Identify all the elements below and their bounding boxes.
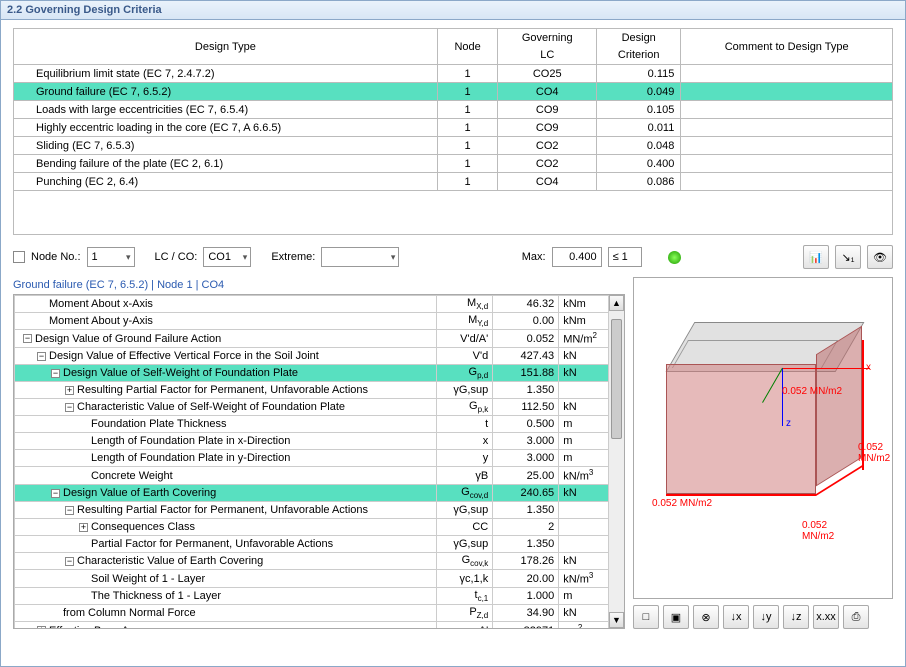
table-row[interactable]: Punching (EC 2, 6.4)1CO40.086 [14, 173, 893, 191]
detail-row[interactable]: −Characteristic Value of Earth CoveringG… [15, 553, 624, 570]
detail-row[interactable]: from Column Normal ForcePZ,d34.90kN [15, 605, 624, 622]
extreme-label: Extreme: [271, 251, 315, 263]
axis-z-label: z [786, 418, 791, 429]
viz-toolbar: □▣⊗↓x↓y↓zx.xx⎙ [633, 599, 893, 629]
print-icon[interactable]: ⎙ [843, 605, 869, 629]
stress-label-front: 0.052 MN/m2 [652, 498, 712, 509]
view-z-icon[interactable]: ↓z [783, 605, 809, 629]
scroll-up-icon[interactable]: ▲ [609, 295, 624, 311]
lc-dropdown[interactable]: CO1 [203, 247, 251, 267]
max-label: Max: [522, 251, 546, 263]
node-no-checkbox[interactable] [13, 251, 25, 263]
stress-label-bottom: 0.052 MN/m2 [802, 520, 862, 542]
detail-row[interactable]: −Resulting Partial Factor for Permanent,… [15, 502, 624, 519]
stress-label-side: 0.052 MN/m2 [858, 442, 890, 464]
expand-icon[interactable]: + [65, 386, 74, 395]
detail-row[interactable]: The Thickness of 1 - Layertc,11.000m [15, 588, 624, 605]
table-row[interactable]: Highly eccentric loading in the core (EC… [14, 119, 893, 137]
node-no-label: Node No.: [31, 251, 81, 263]
collapse-icon[interactable]: − [65, 403, 74, 412]
axis-x-label: x [866, 362, 871, 373]
goto-button[interactable]: ↘₁ [835, 245, 861, 269]
node-no-dropdown[interactable]: 1 [87, 247, 135, 267]
detail-row[interactable]: Foundation Plate Thicknesst0.500m [15, 416, 624, 433]
detail-row[interactable]: −Design Value of Ground Failure ActionV'… [15, 330, 624, 348]
table-row[interactable]: Bending failure of the plate (EC 2, 6.1)… [14, 155, 893, 173]
lc-label: LC / CO: [155, 251, 198, 263]
detail-scrollbar[interactable]: ▲ ▼ [608, 295, 624, 628]
panel-title: 2.2 Governing Design Criteria [1, 1, 905, 20]
scroll-down-icon[interactable]: ▼ [609, 612, 624, 628]
detail-row[interactable]: +Resulting Partial Factor for Permanent,… [15, 382, 624, 399]
stress-label-center: 0.052 MN/m2 [782, 386, 842, 397]
detail-row[interactable]: Concrete WeightγB25.00kN/m3 [15, 467, 624, 485]
detail-row[interactable]: Moment About x-AxisMX,d46.32kNm [15, 296, 624, 313]
extreme-dropdown[interactable] [321, 247, 399, 267]
collapse-icon[interactable]: − [51, 489, 60, 498]
table-header: Design Type Node Governing Design Commen… [14, 29, 893, 65]
solid-view-icon[interactable]: ▣ [663, 605, 689, 629]
status-ok-icon [668, 251, 681, 264]
detail-row[interactable]: Partial Factor for Permanent, Unfavorabl… [15, 536, 624, 553]
detail-row[interactable]: −Design Value of Earth CoveringGcov,d240… [15, 485, 624, 502]
collapse-icon[interactable]: − [37, 352, 46, 361]
chart-button[interactable]: 📊 [803, 245, 829, 269]
collapse-icon[interactable]: − [65, 506, 74, 515]
iso-view-icon[interactable]: □ [633, 605, 659, 629]
view-x-icon[interactable]: ↓x [723, 605, 749, 629]
detail-row[interactable]: −Characteristic Value of Self-Weight of … [15, 399, 624, 416]
detail-row[interactable]: Moment About y-AxisMY,d0.00kNm [15, 313, 624, 330]
table-row[interactable]: Equilibrium limit state (EC 7, 2.4.7.2)1… [14, 65, 893, 83]
expand-icon[interactable]: + [79, 523, 88, 532]
detail-row[interactable]: Length of Foundation Plate in y-Directio… [15, 450, 624, 467]
values-icon[interactable]: x.xx [813, 605, 839, 629]
detail-row[interactable]: +Consequences ClassCC2 [15, 519, 624, 536]
filter-bar: Node No.: 1 LC / CO: CO1 Extreme: Max: 0… [1, 241, 905, 277]
view-y-icon[interactable]: ↓y [753, 605, 779, 629]
scroll-thumb[interactable] [611, 319, 622, 439]
max-value: 0.400 [552, 247, 602, 267]
collapse-icon[interactable]: − [23, 334, 32, 343]
detail-title: Ground failure (EC 7, 6.5.2) | Node 1 | … [13, 277, 625, 294]
table-row[interactable]: Sliding (EC 7, 6.5.3)1CO20.048 [14, 137, 893, 155]
max-limit: ≤ 1 [608, 247, 642, 267]
expand-icon[interactable]: + [37, 626, 46, 629]
detail-row[interactable]: +Effective Base AreaA'82971cm2 [15, 622, 624, 629]
collapse-icon[interactable]: − [51, 369, 60, 378]
viz-3d-view[interactable]: x z 0.052 MN/m2 0.052 MN/m2 0.052 MN/m2 … [633, 277, 893, 599]
design-criteria-table[interactable]: Design Type Node Governing Design Commen… [13, 28, 893, 235]
table-row[interactable]: Loads with large eccentricities (EC 7, 6… [14, 101, 893, 119]
collapse-icon[interactable]: − [65, 557, 74, 566]
detail-row[interactable]: −Design Value of Self-Weight of Foundati… [15, 365, 624, 382]
detail-row[interactable]: −Design Value of Effective Vertical Forc… [15, 348, 624, 365]
detail-row[interactable]: Soil Weight of 1 - Layerγc,1,k20.00kN/m3 [15, 570, 624, 588]
detail-row[interactable]: Length of Foundation Plate in x-Directio… [15, 433, 624, 450]
wireframe-icon[interactable]: ⊗ [693, 605, 719, 629]
detail-tree-grid[interactable]: Moment About x-AxisMX,d46.32kNmMoment Ab… [13, 294, 625, 629]
table-row[interactable]: Ground failure (EC 7, 6.5.2)1CO40.049 [14, 83, 893, 101]
view-button[interactable]: 👁 [867, 245, 893, 269]
